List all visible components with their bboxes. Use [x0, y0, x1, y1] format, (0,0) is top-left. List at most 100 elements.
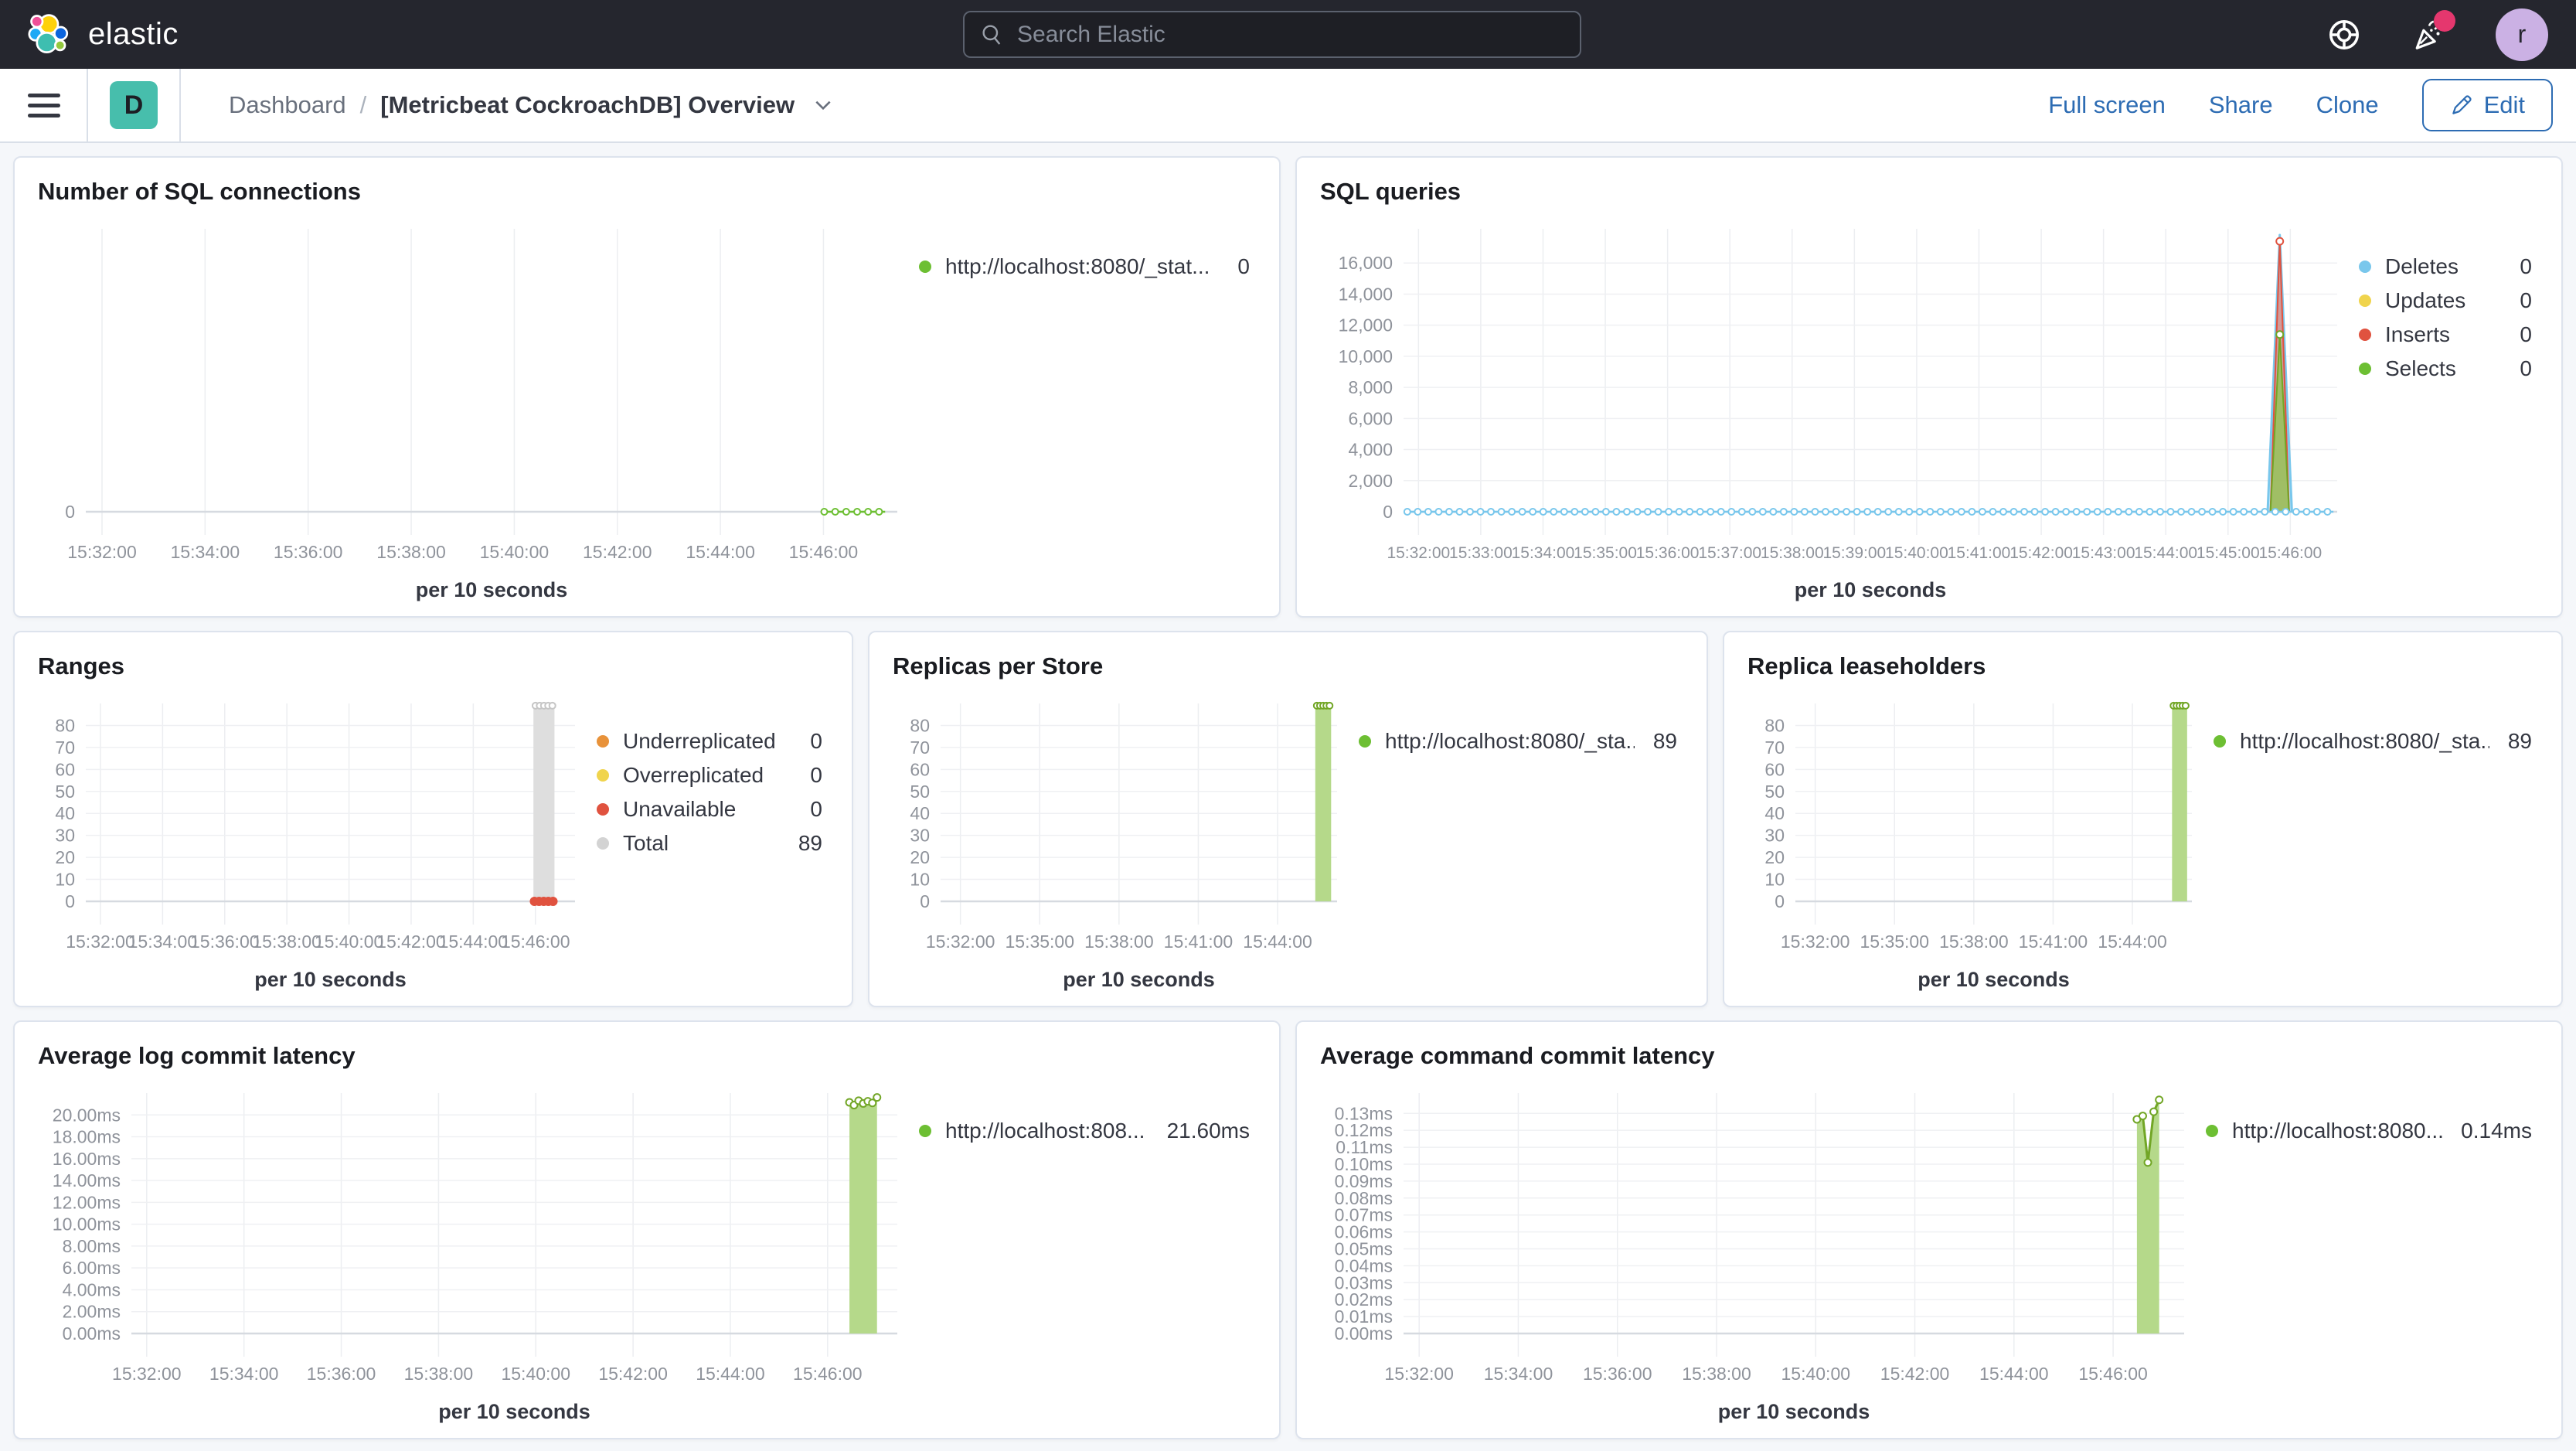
- svg-text:15:41:00: 15:41:00: [2019, 932, 2088, 952]
- svg-text:15:40:00: 15:40:00: [315, 932, 384, 952]
- ranges-chart[interactable]: 15:32:0015:34:0015:36:0015:38:0015:40:00…: [38, 683, 597, 998]
- legend-series-label: http://localhost:8080...: [2232, 1119, 2443, 1143]
- legend-series-value: 89: [2507, 729, 2532, 753]
- legend-series-value: 0: [2520, 288, 2532, 312]
- elastic-brand[interactable]: elastic: [28, 12, 179, 57]
- svg-text:15:34:00: 15:34:00: [1512, 544, 1575, 562]
- chart-legend: http://localhost:8080/_sta... 89: [2214, 683, 2538, 998]
- legend-series-dot: [597, 735, 609, 748]
- svg-text:15:40:00: 15:40:00: [501, 1364, 570, 1384]
- replicas-per-store-chart[interactable]: 15:32:00 15:35:00 15:38:00 15:41:00 15:44:00…: [893, 683, 1359, 998]
- svg-text:15:44:00: 15:44:00: [439, 932, 509, 952]
- svg-text:15:32:00: 15:32:00: [1384, 1364, 1454, 1384]
- legend-item[interactable]: Underreplicated 0: [597, 730, 822, 753]
- svg-text:15:43:00: 15:43:00: [2072, 544, 2135, 562]
- svg-text:15:34:00: 15:34:00: [209, 1364, 279, 1384]
- panel-title: Ranges: [38, 652, 124, 680]
- legend-series-value: 0: [810, 763, 822, 787]
- svg-text:30: 30: [1764, 826, 1785, 846]
- global-search[interactable]: [963, 11, 1581, 58]
- panel-title: Average command commit latency: [1320, 1042, 1715, 1069]
- panel-sql-connections: Number of SQL connections 15:32:00 15:34:…: [13, 156, 1281, 618]
- news-feed-button[interactable]: [2411, 9, 2455, 53]
- legend-series-value: 89: [1652, 729, 1677, 753]
- legend-item[interactable]: http://localhost:8080/_stat... 0: [919, 255, 1250, 278]
- svg-text:15:34:00: 15:34:00: [1484, 1364, 1553, 1384]
- legend-series-dot: [2206, 1125, 2218, 1137]
- legend-item[interactable]: Unavailable 0: [597, 798, 822, 821]
- svg-text:15:36:00: 15:36:00: [307, 1364, 376, 1384]
- legend-series-value: 0: [2520, 356, 2532, 380]
- chart-legend: http://localhost:808... 21.60ms: [919, 1073, 1256, 1430]
- svg-text:20: 20: [1764, 847, 1785, 867]
- full-screen-button[interactable]: Full screen: [2048, 91, 2166, 119]
- legend-item[interactable]: http://localhost:8080/_sta... 89: [1359, 730, 1677, 753]
- svg-text:18.00ms: 18.00ms: [53, 1127, 121, 1147]
- legend-series-label: http://localhost:8080/_stat...: [945, 255, 1210, 278]
- legend-series-label: Total: [623, 832, 669, 855]
- clone-button[interactable]: Clone: [2316, 91, 2379, 119]
- svg-text:4.00ms: 4.00ms: [63, 1279, 121, 1299]
- svg-text:30: 30: [55, 826, 75, 846]
- svg-text:80: 80: [55, 715, 75, 735]
- menu-button[interactable]: [23, 84, 65, 126]
- svg-text:15:46:00: 15:46:00: [793, 1364, 863, 1384]
- legend-item[interactable]: http://localhost:8080... 0.14ms: [2206, 1119, 2532, 1143]
- chart-legend: http://localhost:8080/_sta... 89: [1359, 683, 1683, 998]
- sql-queries-chart[interactable]: 15:32:0015:33:0015:34:0015:35:0015:36:00…: [1320, 209, 2359, 608]
- avg-log-commit-latency-chart[interactable]: 15:32:00 15:34:00 15:36:00 15:38:00 15:40:00…: [38, 1073, 919, 1430]
- legend-item[interactable]: Inserts 0: [2359, 323, 2532, 346]
- breadcrumb-dashboard-link[interactable]: Dashboard: [229, 91, 346, 119]
- legend-item[interactable]: http://localhost:8080/_sta... 89: [2214, 730, 2532, 753]
- svg-text:15:44:00: 15:44:00: [1979, 1364, 2049, 1384]
- svg-text:10,000: 10,000: [1339, 346, 1393, 366]
- svg-text:16,000: 16,000: [1339, 253, 1393, 273]
- legend-series-dot: [1359, 735, 1371, 748]
- legend-series-value: 0: [2520, 322, 2532, 346]
- legend-item[interactable]: Total 89: [597, 832, 822, 855]
- panel-title: SQL queries: [1320, 178, 1462, 205]
- panel-title: Replica leaseholders: [1747, 652, 1986, 680]
- svg-text:40: 40: [55, 803, 75, 823]
- chevron-down-icon: [815, 100, 831, 111]
- svg-text:15:44:00: 15:44:00: [696, 1364, 765, 1384]
- legend-series-value: 0: [810, 797, 822, 821]
- svg-text:15:35:00: 15:35:00: [1005, 932, 1074, 952]
- legend-item[interactable]: Selects 0: [2359, 357, 2532, 380]
- legend-series-label: Deletes: [2385, 255, 2459, 278]
- avg-command-commit-latency-chart[interactable]: 15:32:00 15:34:00 15:36:00 15:38:00 15:40:00…: [1320, 1073, 2206, 1430]
- svg-text:30: 30: [910, 826, 930, 846]
- svg-text:10: 10: [910, 870, 930, 890]
- legend-item[interactable]: Deletes 0: [2359, 255, 2532, 278]
- legend-series-label: Overreplicated: [623, 764, 764, 787]
- legend-series-label: http://localhost:808...: [945, 1119, 1145, 1143]
- svg-text:15:45:00: 15:45:00: [2197, 544, 2260, 562]
- svg-text:15:38:00: 15:38:00: [404, 1364, 474, 1384]
- legend-item[interactable]: Overreplicated 0: [597, 764, 822, 787]
- page-title: [Metricbeat CockroachDB] Overview: [380, 91, 795, 118]
- svg-text:15:32:00: 15:32:00: [1387, 544, 1450, 562]
- svg-text:per 10 seconds: per 10 seconds: [1718, 1400, 1870, 1423]
- user-avatar[interactable]: r: [2496, 8, 2548, 61]
- help-button[interactable]: [2326, 16, 2363, 53]
- divider: [87, 68, 88, 142]
- legend-series-label: Unavailable: [623, 798, 737, 821]
- panel-replicas-per-store: Replicas per Store 15:32:00 15:35:00 15:38…: [868, 631, 1708, 1007]
- title-options-button[interactable]: [813, 95, 833, 115]
- svg-text:50: 50: [1764, 782, 1785, 802]
- sql-connections-chart[interactable]: 15:32:00 15:34:00 15:36:00 15:38:00 15:40:00…: [38, 209, 919, 608]
- svg-text:15:38:00: 15:38:00: [252, 932, 322, 952]
- svg-text:15:32:00: 15:32:00: [112, 1364, 182, 1384]
- replica-leaseholders-chart[interactable]: 15:32:00 15:35:00 15:38:00 15:41:00 15:44:00…: [1747, 683, 2214, 998]
- legend-item[interactable]: http://localhost:808... 21.60ms: [919, 1119, 1250, 1143]
- svg-text:15:35:00: 15:35:00: [1574, 544, 1637, 562]
- edit-button[interactable]: Edit: [2421, 79, 2553, 131]
- dashboard-app-badge[interactable]: D: [110, 81, 158, 129]
- svg-text:15:40:00: 15:40:00: [1781, 1364, 1851, 1384]
- svg-text:15:40:00: 15:40:00: [480, 542, 550, 562]
- legend-item[interactable]: Updates 0: [2359, 289, 2532, 312]
- search-input[interactable]: [1017, 21, 1564, 48]
- notification-dot: [2434, 9, 2455, 32]
- share-button[interactable]: Share: [2209, 91, 2273, 119]
- svg-text:60: 60: [1764, 759, 1785, 779]
